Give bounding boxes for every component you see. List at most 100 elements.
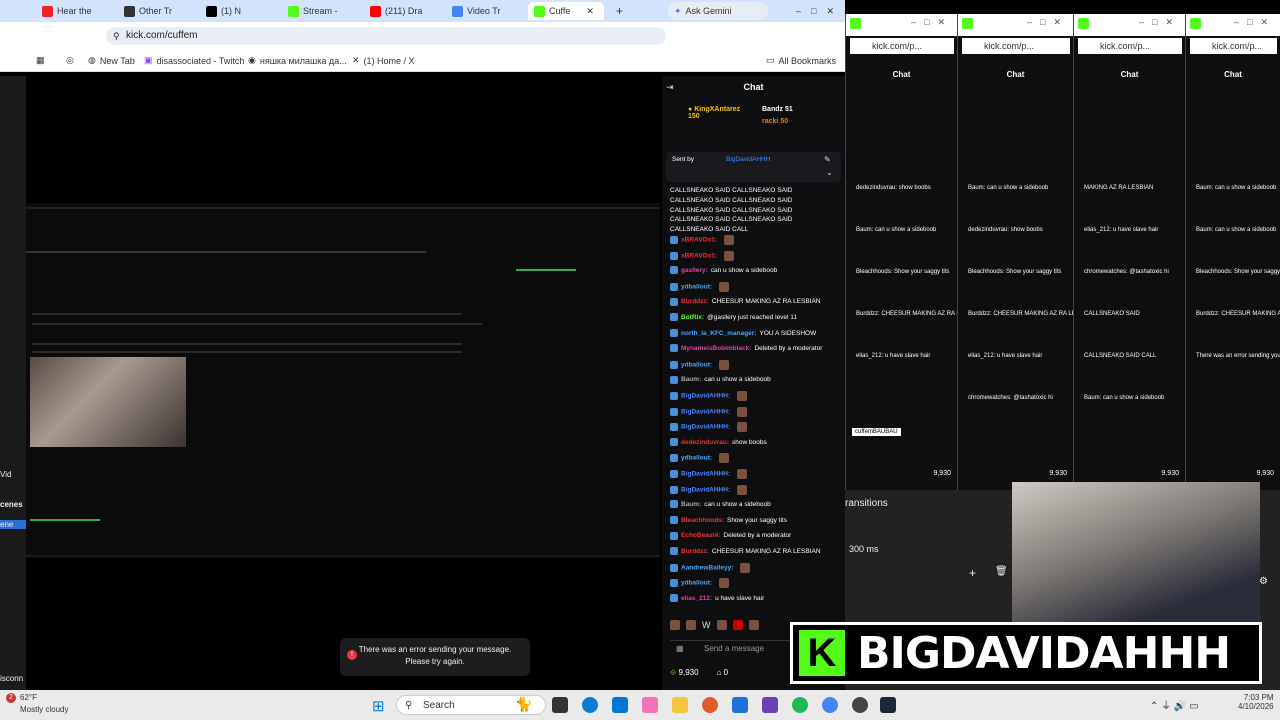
chat-message[interactable]: xBRAVOx1: [670,250,735,261]
chat-username[interactable]: ydballout: [681,455,712,462]
spotify-icon[interactable] [792,697,808,713]
popout-message[interactable]: Burddzz: CHEESUR MAKING AZ RA LESBIAN [968,310,1073,318]
popout-message[interactable]: Bleachhoods: Show your saggy tits [1196,268,1280,276]
emote-icon[interactable] [670,620,680,630]
close-tab-icon[interactable]: ✕ [586,6,594,17]
chat-message[interactable]: dedezinduvrau: show boobs [670,438,767,447]
popout-url[interactable]: kick.com/p... [1078,38,1182,54]
pinned-message[interactable]: Sent by BigDavidAHHH ✎ ⌄ [666,152,841,182]
obs-app-icon[interactable] [762,697,778,713]
chat-username[interactable]: Bleachhoods: [681,517,724,524]
popout-message[interactable]: Baum: can u show a sideboob [1196,226,1276,234]
ask-gemini-button[interactable]: ✦ Ask Gemini [668,2,768,20]
weather-icon[interactable]: 2 [6,693,16,703]
popout-message[interactable]: Burddzz: CHEESUR MAKING AZ RA LESBIAN [856,310,957,318]
chrome-icon[interactable]: ◎ [66,55,74,66]
chat-message[interactable]: CALLSNEAKO SAID CALLSNEAKO SAID [670,186,792,195]
chat-message[interactable]: ydballout: [670,281,730,292]
chat-message[interactable]: BigDavidAHHH: [670,469,748,479]
apps-icon[interactable]: ▦ [36,55,45,66]
chat-username[interactable]: Baum: [681,501,701,508]
popout-message[interactable]: Baum: can u show a sideboob [968,184,1048,192]
chat-message[interactable]: ydballout: [670,578,730,589]
file-explorer-icon[interactable] [672,697,688,713]
popout-points[interactable]: 9,930 [1049,470,1067,477]
chat-message[interactable]: CALLSNEAKO SAID CALL [670,225,748,234]
transition-duration[interactable]: 300 ms [849,544,879,554]
chat-username[interactable]: AandrewBaileyy: [681,564,733,571]
chat-message[interactable]: elias_212: u have slave hair [670,594,764,603]
chat-message[interactable]: xBRAVOx1: [670,235,735,245]
popout-message[interactable]: dedezinduvrau: show boobs [856,184,931,192]
chat-message[interactable]: CALLSNEAKO SAID CALLSNEAKO SAID [670,196,792,205]
chat-username[interactable]: north_la_KFC_manager: [681,330,757,337]
chat-message[interactable]: CALLSNEAKO SAID CALLSNEAKO SAID [670,215,792,224]
chat-username[interactable]: BotRix: [681,314,704,321]
window-controls[interactable]: –□✕ [1234,17,1276,28]
steam-icon[interactable] [880,697,896,713]
site-info-icon[interactable]: ⚲ [113,27,120,45]
app-icon[interactable] [732,697,748,713]
tab-4[interactable]: (211) Dra [364,2,446,20]
pin-icon[interactable]: ✎ [824,155,831,164]
popout-titlebar[interactable]: –□✕ [958,14,1073,36]
weather-desc[interactable]: Mostly cloudy [20,705,68,714]
popout-message[interactable]: Burddzz: CHEESUR MAKING AZ RA LESBIAN [1196,310,1280,318]
chat-username[interactable]: xBRAVOx1: [681,252,717,259]
popout-message[interactable]: CALLSNEAKO SAID [1084,310,1140,318]
chat-message[interactable]: CALLSNEAKO SAID CALLSNEAKO SAID [670,206,792,215]
chat-message[interactable]: EchoBeast4: Deleted by a moderator [670,531,791,540]
chrome-icon[interactable] [822,697,838,713]
chat-message[interactable]: AandrewBaileyy: [670,562,751,573]
channel-points[interactable]: ⟐ 9,930 [670,668,699,678]
app-icon[interactable] [852,697,868,713]
popout-url[interactable]: kick.com/p... [962,38,1070,54]
emote-icon[interactable] [748,620,759,630]
chat-username[interactable]: Burddzz: [681,548,709,555]
tray-icons[interactable]: ⌃ ⏚ 🔊 ▭ [1150,697,1199,712]
bookmark-twitch[interactable]: ▣ disassociated - Twitch [144,55,244,66]
popout-points[interactable]: 9,930 [1256,470,1274,477]
chat-username[interactable]: ydballout: [681,284,712,291]
popout-chat-window[interactable]: –□✕ kick.com/p... Chat MAKING AZ RA LESBIAN… [1073,14,1185,494]
chat-message[interactable]: Bleachhoods: Show your saggy tits [670,516,787,525]
chat-message[interactable]: gasllery: can u show a sideboob [670,266,777,275]
emote-icon[interactable] [686,620,696,630]
top-chatter-3[interactable]: racki 50 [762,118,788,125]
chat-username[interactable]: Baum: [681,376,701,383]
popout-message[interactable]: chromewatches: @tashatoxic hi [1084,268,1169,276]
emote-bar[interactable]: W [670,620,759,630]
popout-message[interactable]: elias_212: u have slave hair [1084,226,1158,234]
popout-message[interactable]: elias_212: u have slave hair [968,352,1042,360]
popout-url[interactable]: kick.com/p... [850,38,954,54]
popout-points[interactable]: 9,930 [1161,470,1179,477]
tab-5[interactable]: Video Tr [446,2,528,20]
window-controls[interactable]: –□✕ [1027,17,1069,28]
popout-url[interactable]: kick.com/p... [1190,38,1277,54]
chat-username[interactable]: elias_212: [681,595,712,602]
popout-message[interactable]: CALLSNEAKO SAID CALL [1084,352,1156,360]
popout-message[interactable]: elias_212: u have slave hair [856,352,930,360]
chat-message[interactable]: BigDavidAHHH: [670,391,748,401]
chat-username[interactable]: BigDavidAHHH: [681,393,730,400]
bookmark-new-tab[interactable]: ◍ New Tab [88,55,135,66]
popout-message[interactable]: Baum: can u show a sideboob [1196,184,1276,192]
trash-icon[interactable]: 🗑 [995,566,1008,577]
weather-temp[interactable]: 62°F [20,693,37,702]
add-icon[interactable]: + [969,566,976,580]
chat-username[interactable]: ydballout: [681,580,712,587]
popout-titlebar[interactable]: –□✕ [1186,14,1280,36]
popout-message[interactable]: Bleachhoods: Show your saggy tits [968,268,1061,276]
window-controls[interactable]: –□✕ [1139,17,1181,28]
chat-username[interactable]: MynameisBobimblack: [681,345,751,352]
chat-message[interactable]: Burddzz: CHEESUR MAKING AZ RA LESBIAN [670,297,821,306]
chat-username[interactable]: Burddzz: [681,298,709,305]
chat-message[interactable]: BotRix: @gasllery just reached level 11 [670,313,797,322]
popout-message[interactable]: Bleachhoods: Show your saggy tits [856,268,949,276]
tab-active[interactable]: Cuffe ✕ [528,2,604,20]
chevron-down-icon[interactable]: ⌄ [826,168,833,177]
emote-picker-icon[interactable]: ▦ [676,641,684,657]
chat-username[interactable]: dedezinduvrau: [681,439,729,446]
chat-message[interactable]: Burddzz: CHEESUR MAKING AZ RA LESBIAN [670,547,821,556]
tab-2[interactable]: (1) N [200,2,282,20]
